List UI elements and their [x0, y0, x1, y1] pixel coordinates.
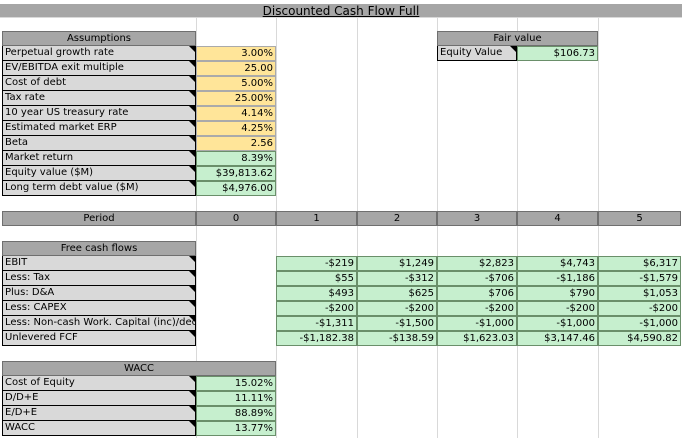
wacc-label-debt-ratio[interactable]: D/D+E [2, 391, 196, 406]
fcf-unlevered-p5[interactable]: $4,590.82 [598, 331, 681, 346]
assumption-value-equity-value[interactable]: $39,813.62 [196, 166, 276, 181]
fcf-ebit-p4[interactable]: $4,743 [517, 256, 598, 271]
period-3[interactable]: 3 [437, 211, 517, 226]
fcf-working-capital-p1[interactable]: -$1,311 [276, 316, 357, 331]
fcf-unlevered-p1[interactable]: -$1,182.38 [276, 331, 357, 346]
wacc-header[interactable]: WACC [2, 361, 276, 376]
assumption-value-tax-rate[interactable]: 25.00% [196, 91, 276, 106]
period-label[interactable]: Period [2, 211, 196, 226]
fcf-label-ebit[interactable]: EBIT [2, 256, 196, 271]
fcf-capex-p2[interactable]: -$200 [357, 301, 437, 316]
assumption-value-market-erp[interactable]: 4.25% [196, 121, 276, 136]
fcf-working-capital-p3[interactable]: -$1,000 [437, 316, 517, 331]
assumption-value-cost-of-debt[interactable]: 5.00% [196, 76, 276, 91]
fair-value-equity-value[interactable]: $106.73 [517, 46, 598, 61]
period-5[interactable]: 5 [598, 211, 681, 226]
assumption-label-beta[interactable]: Beta [2, 136, 196, 151]
fcf-capex-p5[interactable]: -$200 [598, 301, 681, 316]
sheet-title-bar: Discounted Cash Flow Full [0, 4, 682, 18]
fcf-tax-p3[interactable]: -$706 [437, 271, 517, 286]
fcf-tax-p5[interactable]: -$1,579 [598, 271, 681, 286]
fcf-tax-p1[interactable]: $55 [276, 271, 357, 286]
assumptions-header[interactable]: Assumptions [2, 31, 196, 46]
fcf-da-p5[interactable]: $1,053 [598, 286, 681, 301]
assumption-label-treasury-rate[interactable]: 10 year US treasury rate [2, 106, 196, 121]
fcf-capex-p1[interactable]: -$200 [276, 301, 357, 316]
assumption-value-exit-multiple[interactable]: 25.00 [196, 61, 276, 76]
period-4[interactable]: 4 [517, 211, 598, 226]
fcf-tax-p4[interactable]: -$1,186 [517, 271, 598, 286]
fcf-header[interactable]: Free cash flows [2, 241, 196, 256]
fcf-da-p4[interactable]: $790 [517, 286, 598, 301]
wacc-label-wacc[interactable]: WACC [2, 421, 196, 436]
assumption-label-perpetual-growth[interactable]: Perpetual growth rate [2, 46, 196, 61]
fcf-da-p3[interactable]: $706 [437, 286, 517, 301]
wacc-value-debt-ratio[interactable]: 11.11% [196, 391, 276, 406]
wacc-label-equity-ratio[interactable]: E/D+E [2, 406, 196, 421]
fcf-capex-p4[interactable]: -$200 [517, 301, 598, 316]
assumption-label-market-erp[interactable]: Estimated market ERP [2, 121, 196, 136]
fcf-da-p2[interactable]: $625 [357, 286, 437, 301]
fcf-unlevered-p4[interactable]: $3,147.46 [517, 331, 598, 346]
period-0[interactable]: 0 [196, 211, 276, 226]
assumption-label-cost-of-debt[interactable]: Cost of debt [2, 76, 196, 91]
assumption-value-treasury-rate[interactable]: 4.14% [196, 106, 276, 121]
fcf-working-capital-p5[interactable]: -$1,000 [598, 316, 681, 331]
assumption-label-long-term-debt[interactable]: Long term debt value ($M) [2, 181, 196, 196]
fcf-ebit-p1[interactable]: -$219 [276, 256, 357, 271]
fcf-ebit-p2[interactable]: $1,249 [357, 256, 437, 271]
fcf-ebit-p5[interactable]: $6,317 [598, 256, 681, 271]
fcf-label-da[interactable]: Plus: D&A [2, 286, 196, 301]
period-1[interactable]: 1 [276, 211, 357, 226]
fcf-ebit-p3[interactable]: $2,823 [437, 256, 517, 271]
fcf-label-tax[interactable]: Less: Tax [2, 271, 196, 286]
assumption-label-exit-multiple[interactable]: EV/EBITDA exit multiple [2, 61, 196, 76]
fair-value-label[interactable]: Equity Value [437, 46, 517, 61]
fcf-capex-p3[interactable]: -$200 [437, 301, 517, 316]
assumption-value-beta[interactable]: 2.56 [196, 136, 276, 151]
assumption-label-equity-value[interactable]: Equity value ($M) [2, 166, 196, 181]
fcf-working-capital-p4[interactable]: -$1,000 [517, 316, 598, 331]
fcf-label-working-capital[interactable]: Less: Non-cash Work. Capital (inc)/dec [2, 316, 196, 331]
sheet-title: Discounted Cash Flow Full [262, 4, 420, 18]
assumption-label-tax-rate[interactable]: Tax rate [2, 91, 196, 106]
fcf-tax-p2[interactable]: -$312 [357, 271, 437, 286]
fcf-unlevered-p2[interactable]: -$138.59 [357, 331, 437, 346]
assumption-label-market-return[interactable]: Market return [2, 151, 196, 166]
fair-value-header[interactable]: Fair value [437, 31, 598, 46]
wacc-value-cost-of-equity[interactable]: 15.02% [196, 376, 276, 391]
wacc-value-equity-ratio[interactable]: 88.89% [196, 406, 276, 421]
assumption-value-perpetual-growth[interactable]: 3.00% [196, 46, 276, 61]
fcf-unlevered-p3[interactable]: $1,623.03 [437, 331, 517, 346]
fcf-da-p1[interactable]: $493 [276, 286, 357, 301]
wacc-label-cost-of-equity[interactable]: Cost of Equity [2, 376, 196, 391]
fcf-working-capital-p2[interactable]: -$1,500 [357, 316, 437, 331]
assumption-value-long-term-debt[interactable]: $4,976.00 [196, 181, 276, 196]
fcf-label-capex[interactable]: Less: CAPEX [2, 301, 196, 316]
wacc-value-wacc[interactable]: 13.77% [196, 421, 276, 436]
period-2[interactable]: 2 [357, 211, 437, 226]
assumption-value-market-return[interactable]: 8.39% [196, 151, 276, 166]
fcf-label-unlevered[interactable]: Unlevered FCF [2, 331, 196, 346]
